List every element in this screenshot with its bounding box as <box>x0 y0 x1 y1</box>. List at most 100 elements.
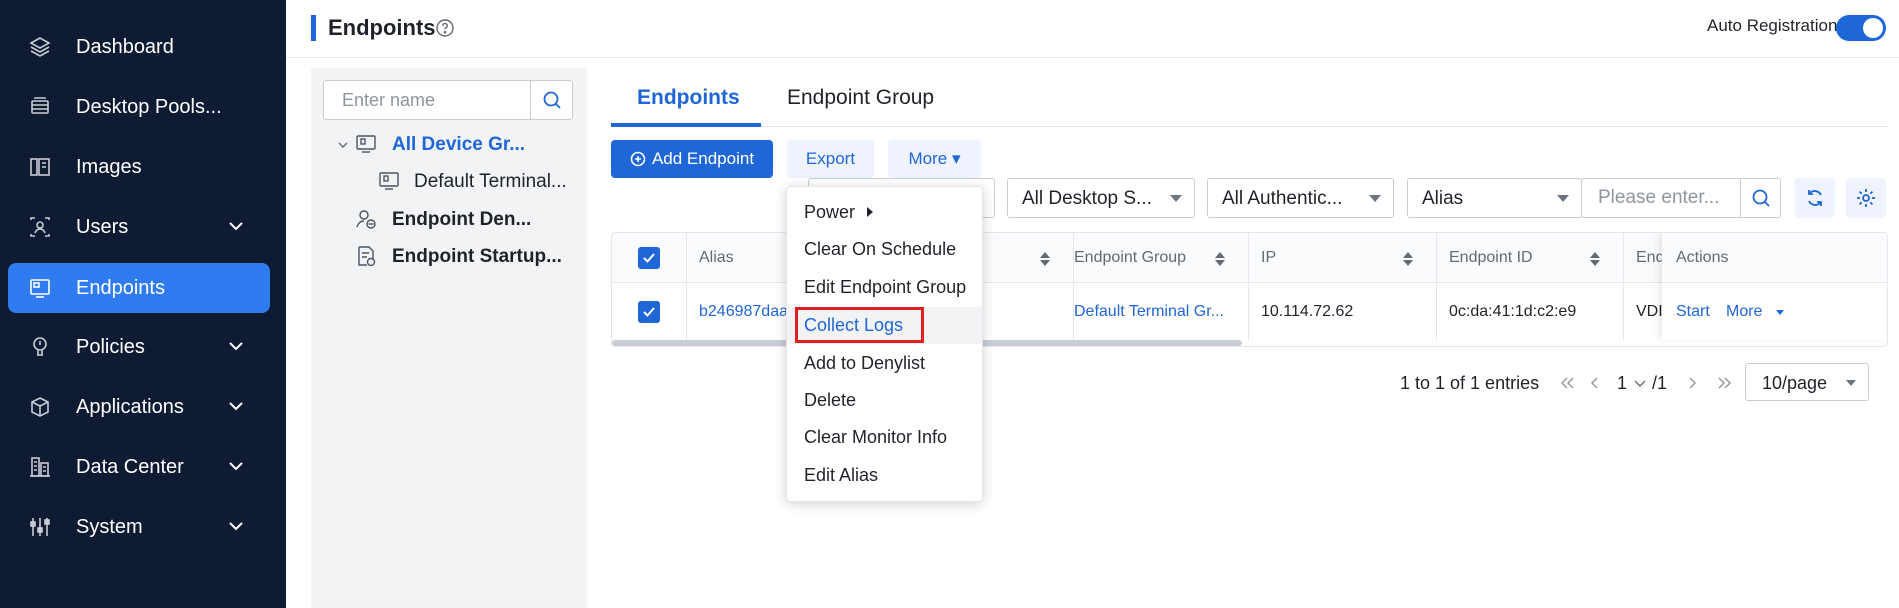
chevron-down-icon <box>229 402 243 411</box>
column-header-ip[interactable]: IP <box>1249 233 1437 282</box>
sidebar-item-applications[interactable]: Applications <box>8 382 270 432</box>
auto-registration-toggle[interactable] <box>1836 15 1886 41</box>
settings-button[interactable] <box>1846 178 1886 218</box>
total-pages: /1 <box>1652 373 1668 393</box>
tree-search-input[interactable] <box>324 81 530 119</box>
tree-search-button[interactable] <box>530 81 572 119</box>
column-header-endpoint-group-label: Endpoint Group <box>1074 248 1187 266</box>
menu-item-add-to-denylist[interactable]: Add to Denylist <box>787 345 982 382</box>
sort-icon <box>1215 252 1225 266</box>
device-group-icon <box>356 135 376 153</box>
tab-endpoint-group[interactable]: Endpoint Group <box>787 84 934 112</box>
sort-icon <box>1040 252 1050 266</box>
prev-page-icon[interactable] <box>1587 374 1603 392</box>
menu-item-clear-monitor-info[interactable]: Clear Monitor Info <box>787 419 982 456</box>
add-endpoint-button[interactable]: Add Endpoint <box>611 140 773 178</box>
sort-icon <box>1590 252 1600 266</box>
policies-icon <box>33 337 47 356</box>
endpoint-search-button[interactable] <box>1740 179 1780 217</box>
row-checkbox[interactable] <box>638 301 660 323</box>
sidebar-item-dashboard[interactable]: Dashboard <box>8 22 270 72</box>
export-button[interactable]: Export <box>787 140 874 178</box>
page-size-select[interactable]: 10/page <box>1745 363 1869 401</box>
chevron-down-icon[interactable] <box>1632 374 1648 392</box>
menu-item-delete[interactable]: Delete <box>787 382 982 419</box>
menu-item-edit-alias[interactable]: Edit Alias <box>787 457 982 494</box>
sidebar-item-label: Endpoints <box>76 277 165 299</box>
images-icon <box>30 158 50 176</box>
chevron-down-icon[interactable] <box>337 139 349 151</box>
tree-node-default-terminal[interactable]: Default Terminal... <box>414 170 567 194</box>
sidebar-item-label: Images <box>76 156 142 178</box>
user-deny-icon <box>356 210 376 229</box>
title-accent-bar <box>311 15 316 41</box>
sidebar-item-data-center[interactable]: Data Center <box>8 442 270 492</box>
endpoint-search-input[interactable] <box>1582 179 1738 217</box>
tree-search <box>323 80 573 120</box>
desktop-filter-value: All Desktop S... <box>1022 188 1152 209</box>
first-page-icon[interactable] <box>1559 374 1575 392</box>
column-header-actions: Actions <box>1662 233 1887 283</box>
search-icon <box>1752 189 1770 207</box>
column-header-ip-label: IP <box>1261 248 1277 266</box>
sidebar-item-desktop-pools[interactable]: Desktop Pools... <box>8 82 270 132</box>
menu-item-clear-on-schedule[interactable]: Clear On Schedule <box>787 231 982 268</box>
sidebar-item-users[interactable]: Users <box>8 202 270 252</box>
ip-cell: 10.114.72.62 <box>1249 284 1437 340</box>
sidebar-item-images[interactable]: Images <box>8 142 270 192</box>
more-dropdown-menu: Power Clear On Schedule Edit Endpoint Gr… <box>786 186 983 502</box>
system-icon <box>30 518 50 536</box>
sidebar-item-label: Policies <box>76 336 145 358</box>
terminal-icon <box>379 172 399 190</box>
plus-circle-icon <box>630 151 646 167</box>
start-action-link[interactable]: Start <box>1676 284 1710 340</box>
refresh-button[interactable] <box>1795 178 1835 218</box>
active-tab-indicator <box>611 123 761 127</box>
more-button[interactable]: More ▾ <box>888 140 981 178</box>
endpoint-group-cell[interactable]: Default Terminal Gr... <box>1062 284 1249 340</box>
tree-node-all-device-groups[interactable]: All Device Gr... <box>392 133 525 157</box>
help-icon[interactable] <box>435 18 455 38</box>
search-icon <box>543 91 561 109</box>
tabs-divider <box>611 126 1888 127</box>
actions-column: Actions Start More <box>1662 233 1887 340</box>
sidebar-item-label: Users <box>76 216 129 238</box>
menu-item-edit-endpoint-group[interactable]: Edit Endpoint Group <box>787 269 982 306</box>
more-action-link[interactable]: More <box>1726 284 1762 340</box>
tree-node-endpoint-denylist[interactable]: Endpoint Den... <box>392 208 531 232</box>
chevron-down-icon <box>229 222 243 231</box>
last-page-icon[interactable] <box>1717 374 1733 392</box>
refresh-icon <box>1808 190 1822 206</box>
sidebar-item-label: Desktop Pools... <box>76 96 222 118</box>
applications-icon <box>31 397 49 417</box>
layers-icon <box>29 37 51 57</box>
auth-filter-select[interactable]: All Authentic... <box>1207 178 1394 218</box>
endpoints-icon <box>30 279 50 298</box>
sidebar-item-endpoints[interactable]: Endpoints <box>8 263 270 313</box>
tab-endpoints[interactable]: Endpoints <box>637 84 740 112</box>
data-center-icon <box>30 457 50 477</box>
sidebar-item-label: System <box>76 516 143 538</box>
toggle-knob <box>1863 18 1883 38</box>
select-all-checkbox[interactable] <box>638 246 660 269</box>
endpoint-id-cell: 0c:da:41:1d:c2:e9 <box>1437 284 1624 340</box>
caret-down-icon <box>1776 310 1784 315</box>
sidebar-item-system[interactable]: System <box>8 502 270 552</box>
current-page[interactable]: 1 <box>1617 371 1627 395</box>
field-filter-value: Alias <box>1422 188 1464 209</box>
chevron-down-icon <box>229 342 243 351</box>
column-header-endpoint-group[interactable]: Endpoint Group <box>1062 233 1249 282</box>
caret-down-icon <box>1170 195 1182 202</box>
menu-item-power[interactable]: Power <box>787 194 982 231</box>
sidebar-item-label: Dashboard <box>76 36 174 58</box>
sidebar-item-label: Applications <box>76 396 184 418</box>
field-filter-select[interactable]: Alias <box>1407 178 1582 218</box>
next-page-icon[interactable] <box>1684 374 1700 392</box>
add-endpoint-label: Add Endpoint <box>651 149 755 168</box>
page-size-value: 10/page <box>1762 373 1828 393</box>
tree-node-endpoint-startup[interactable]: Endpoint Startup... <box>392 245 562 269</box>
column-header-endpoint-id[interactable]: Endpoint ID <box>1437 233 1624 282</box>
desktop-filter-select[interactable]: All Desktop S... <box>1007 178 1195 218</box>
sidebar-item-policies[interactable]: Policies <box>8 322 270 372</box>
submenu-arrow-icon <box>867 207 873 217</box>
